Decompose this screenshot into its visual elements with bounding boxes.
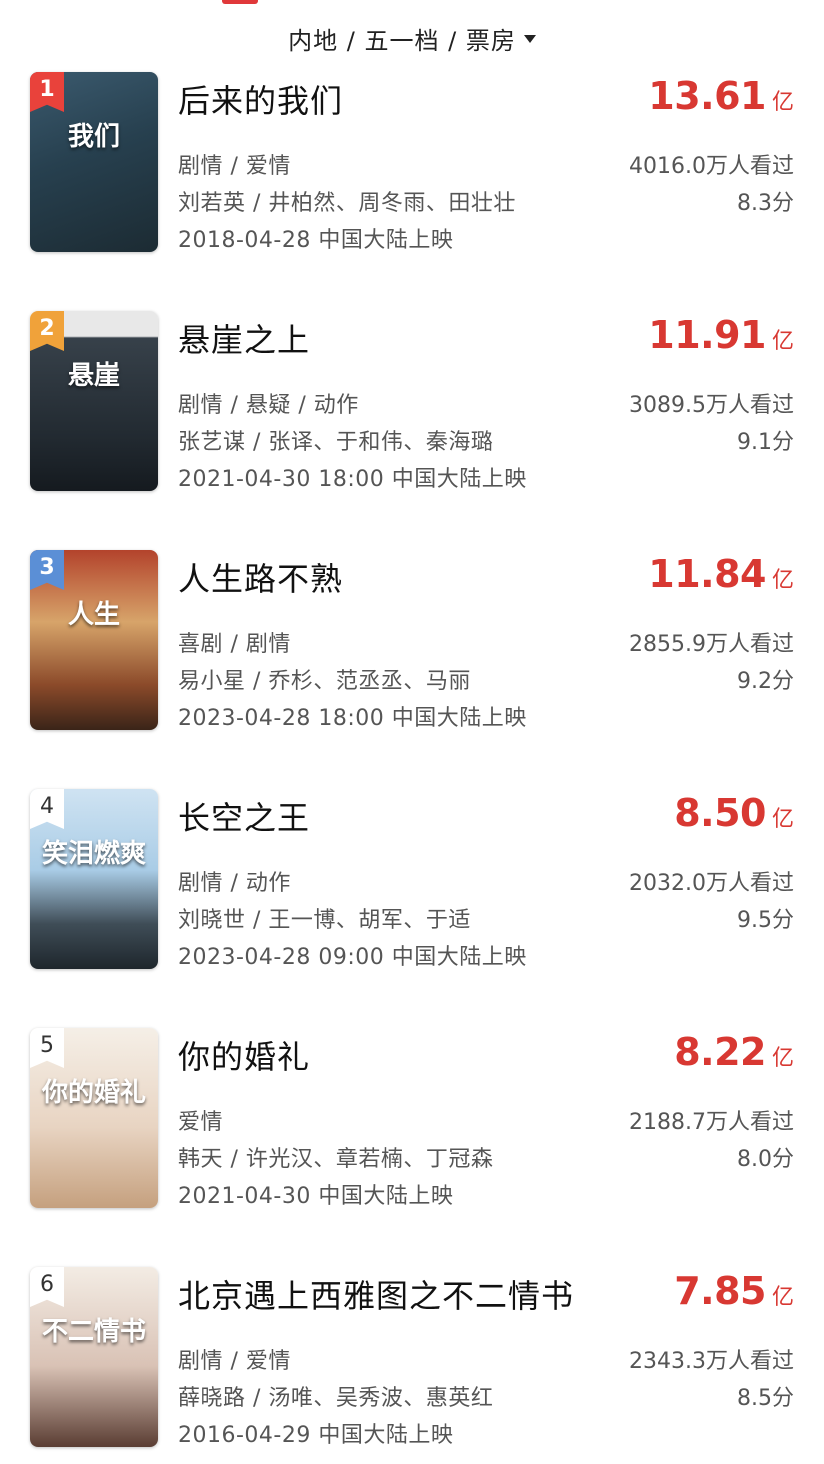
- poster-title-text: 你的婚礼: [41, 1078, 146, 1108]
- movie-poster[interactable]: 悬崖 2: [30, 311, 158, 491]
- viewer-count: 2188.7万人看过: [629, 1110, 794, 1135]
- poster-title-text: 悬崖: [67, 361, 120, 391]
- box-office-unit: 亿: [771, 90, 794, 115]
- movie-people: 薛晓路 / 汤唯、吴秀波、惠英红: [178, 1386, 494, 1411]
- box-office-unit: 亿: [771, 568, 794, 593]
- poster-title-text: 笑泪燃爽: [41, 839, 146, 869]
- movie-row[interactable]: 我们 1 后来的我们 剧情 / 爱情 刘若英 / 井柏然、周冬雨、田壮壮 201…: [0, 72, 824, 262]
- viewer-count: 2343.3万人看过: [629, 1349, 794, 1374]
- box-office: 8.22 亿: [674, 1030, 794, 1074]
- movie-score: 8.3分: [737, 191, 794, 216]
- box-office: 8.50 亿: [674, 791, 794, 835]
- movie-people: 刘若英 / 井柏然、周冬雨、田壮壮: [178, 191, 516, 216]
- movie-release: 2023-04-28 18:00 中国大陆上映: [178, 706, 527, 731]
- box-office-value: 8.22: [674, 1030, 766, 1074]
- box-office-value: 11.91: [648, 313, 766, 357]
- movie-poster[interactable]: 人生 3: [30, 550, 158, 730]
- movie-people: 韩天 / 许光汉、章若楠、丁冠森: [178, 1147, 494, 1172]
- movie-genre: 喜剧 / 剧情: [178, 632, 291, 657]
- poster-title-text: 我们: [67, 122, 120, 152]
- box-office: 11.91 亿: [648, 313, 794, 357]
- movie-row[interactable]: 你的婚礼 5 你的婚礼 爱情 韩天 / 许光汉、章若楠、丁冠森 2021-04-…: [0, 1028, 824, 1218]
- top-accent-bar: [222, 0, 258, 4]
- movie-release: 2021-04-30 18:00 中国大陆上映: [178, 467, 527, 492]
- movie-poster[interactable]: 不二情书 6: [30, 1267, 158, 1447]
- movie-genre: 剧情 / 悬疑 / 动作: [178, 393, 359, 418]
- movie-score: 9.5分: [737, 908, 794, 933]
- movie-row[interactable]: 人生 3 人生路不熟 喜剧 / 剧情 易小星 / 乔杉、范丞丞、马丽 2023-…: [0, 550, 824, 740]
- movie-poster[interactable]: 你的婚礼 5: [30, 1028, 158, 1208]
- movie-row[interactable]: 悬崖 2 悬崖之上 剧情 / 悬疑 / 动作 张艺谋 / 张译、于和伟、秦海璐 …: [0, 311, 824, 501]
- movie-genre: 爱情: [178, 1110, 224, 1135]
- movie-release: 2023-04-28 09:00 中国大陆上映: [178, 945, 527, 970]
- movie-genre: 剧情 / 爱情: [178, 1349, 291, 1374]
- caret-down-icon: [523, 35, 536, 43]
- poster-title-text: 不二情书: [41, 1317, 146, 1347]
- movie-people: 刘晓世 / 王一博、胡军、于适: [178, 908, 471, 933]
- movie-row[interactable]: 不二情书 6 北京遇上西雅图之不二情书 剧情 / 爱情 薛晓路 / 汤唯、吴秀波…: [0, 1267, 824, 1457]
- poster-title-text: 人生: [67, 600, 120, 630]
- viewer-count: 2855.9万人看过: [629, 632, 794, 657]
- box-office-value: 11.84: [648, 552, 766, 596]
- box-office: 11.84 亿: [648, 552, 794, 596]
- movie-score: 9.1分: [737, 430, 794, 455]
- movie-people: 易小星 / 乔杉、范丞丞、马丽: [178, 669, 471, 694]
- box-office: 7.85 亿: [674, 1269, 794, 1313]
- viewer-count: 4016.0万人看过: [629, 154, 794, 179]
- movie-score: 8.0分: [737, 1147, 794, 1172]
- movie-title[interactable]: 悬崖之上: [178, 315, 310, 361]
- box-office: 13.61 亿: [648, 74, 794, 118]
- box-office-value: 7.85: [674, 1269, 766, 1313]
- filter-dropdown[interactable]: 内地 / 五一档 / 票房: [0, 18, 824, 58]
- box-office-unit: 亿: [771, 807, 794, 832]
- movie-score: 8.5分: [737, 1386, 794, 1411]
- movie-row[interactable]: 笑泪燃爽 4 长空之王 剧情 / 动作 刘晓世 / 王一博、胡军、于适 2023…: [0, 789, 824, 979]
- movie-title[interactable]: 长空之王: [178, 793, 310, 839]
- movie-poster[interactable]: 笑泪燃爽 4: [30, 789, 158, 969]
- movie-score: 9.2分: [737, 669, 794, 694]
- movie-title[interactable]: 你的婚礼: [178, 1032, 310, 1078]
- movie-title[interactable]: 人生路不熟: [178, 554, 343, 600]
- movie-poster[interactable]: 我们 1: [30, 72, 158, 252]
- filter-label: 内地 / 五一档 / 票房: [288, 26, 516, 55]
- viewer-count: 3089.5万人看过: [629, 393, 794, 418]
- movie-title[interactable]: 北京遇上西雅图之不二情书: [178, 1271, 574, 1317]
- movie-genre: 剧情 / 爱情: [178, 154, 291, 179]
- movie-release: 2016-04-29 中国大陆上映: [178, 1423, 454, 1448]
- movie-people: 张艺谋 / 张译、于和伟、秦海璐: [178, 430, 494, 455]
- box-office-value: 13.61: [648, 74, 766, 118]
- box-office-unit: 亿: [771, 329, 794, 354]
- movie-genre: 剧情 / 动作: [178, 871, 291, 896]
- viewer-count: 2032.0万人看过: [629, 871, 794, 896]
- box-office-unit: 亿: [771, 1285, 794, 1310]
- box-office-unit: 亿: [771, 1046, 794, 1071]
- movie-title[interactable]: 后来的我们: [178, 76, 343, 122]
- box-office-value: 8.50: [674, 791, 766, 835]
- movie-release: 2018-04-28 中国大陆上映: [178, 228, 454, 253]
- movie-release: 2021-04-30 中国大陆上映: [178, 1184, 454, 1209]
